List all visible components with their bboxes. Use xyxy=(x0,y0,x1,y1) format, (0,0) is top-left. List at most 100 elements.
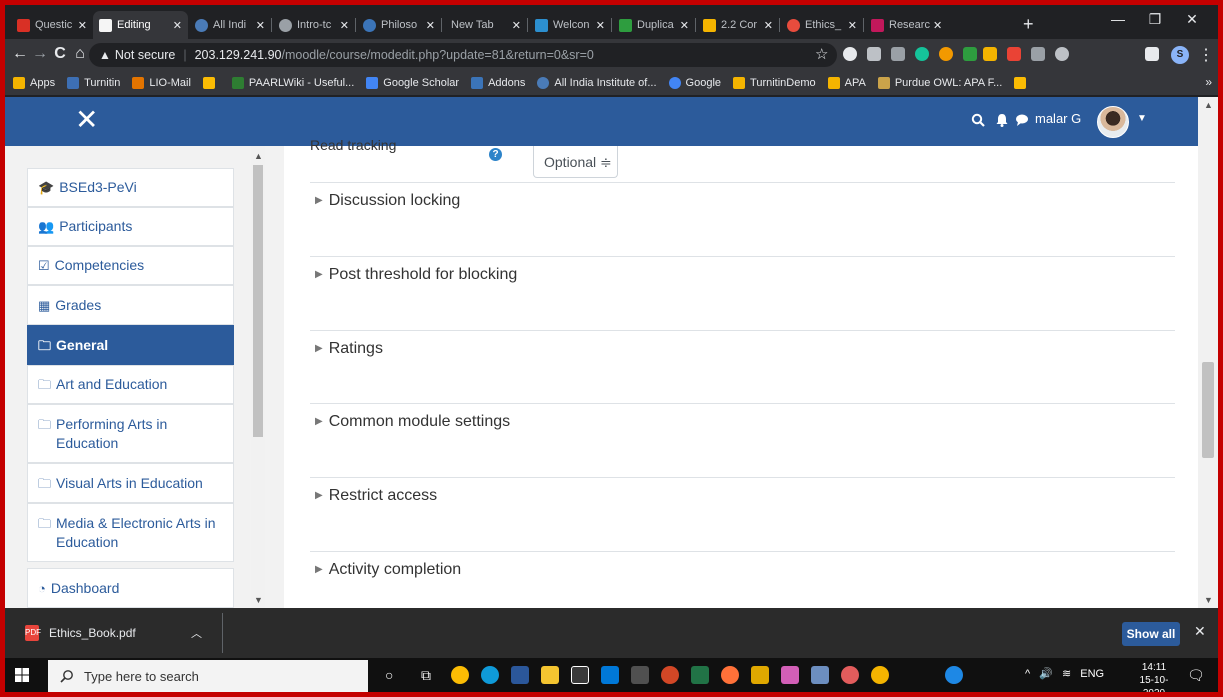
tab-close-icon[interactable]: ✕ xyxy=(512,19,521,32)
app-icon[interactable] xyxy=(811,666,829,684)
messages-icon[interactable] xyxy=(1015,113,1029,130)
bell-icon[interactable] xyxy=(995,113,1009,130)
section-restrict-access[interactable]: ▶ Restrict access xyxy=(315,487,437,505)
scroll-up-icon[interactable]: ▲ xyxy=(254,151,263,161)
extension-icon[interactable] xyxy=(867,47,881,61)
minimize-button[interactable]: — xyxy=(1103,11,1133,27)
extension-icon[interactable] xyxy=(1007,47,1021,61)
extension-icon[interactable] xyxy=(963,47,977,61)
drawer-item-visual-arts[interactable]: 🗀 Visual Arts in Education xyxy=(27,463,234,503)
tab-2-2-cor[interactable]: 2.2 Cor ✕ xyxy=(697,11,779,39)
chevron-up-icon[interactable]: ︿ xyxy=(191,625,202,641)
page-scrollbar-thumb[interactable] xyxy=(1202,362,1214,458)
app-icon[interactable] xyxy=(781,666,799,684)
tab-welcome[interactable]: Welcon ✕ xyxy=(529,11,611,39)
tab-close-icon[interactable]: ✕ xyxy=(933,19,942,32)
edge-icon[interactable] xyxy=(481,666,499,684)
reload-button[interactable]: C xyxy=(49,45,71,63)
tab-new-tab[interactable]: New Tab ✕ xyxy=(445,11,527,39)
tab-philosophy[interactable]: Philoso ✕ xyxy=(357,11,441,39)
section-discussion-locking[interactable]: ▶ Discussion locking xyxy=(315,192,460,210)
bookmark-google-scholar[interactable]: Google Scholar xyxy=(366,77,459,89)
help-icon[interactable] xyxy=(945,666,963,684)
home-button[interactable]: ⌂ xyxy=(69,45,91,63)
drawer-item-grades[interactable]: ▦ Grades xyxy=(27,285,234,325)
windows-start-icon[interactable] xyxy=(15,668,29,682)
section-activity-completion[interactable]: ▶ Activity completion xyxy=(315,561,461,579)
drawer-item-general[interactable]: 🗀 General xyxy=(27,325,234,365)
cortana-icon[interactable]: ○ xyxy=(385,667,393,683)
mail-icon[interactable] xyxy=(571,666,589,684)
close-downloads-button[interactable]: ✕ xyxy=(1194,623,1206,640)
language-indicator[interactable]: ENG xyxy=(1080,668,1104,680)
bookmark-turnitin[interactable]: Turnitin xyxy=(67,77,120,89)
app-icon[interactable] xyxy=(871,666,889,684)
close-window-button[interactable]: ✕ xyxy=(1177,11,1207,28)
tab-research[interactable]: Researc ✕ xyxy=(865,11,1015,39)
extension-icon[interactable] xyxy=(939,47,953,61)
tab-close-icon[interactable]: ✕ xyxy=(848,19,857,32)
extension-icon[interactable] xyxy=(983,47,997,61)
notification-icon[interactable]: 🗨 xyxy=(1187,667,1205,684)
tab-close-icon[interactable]: ✕ xyxy=(764,19,773,32)
chevron-up-icon[interactable]: ^ xyxy=(1025,668,1030,680)
firefox-icon[interactable] xyxy=(721,666,739,684)
bookmark-folder[interactable] xyxy=(1014,77,1031,89)
tab-duplicate[interactable]: Duplica ✕ xyxy=(613,11,695,39)
scroll-up-icon[interactable]: ▲ xyxy=(1204,100,1213,110)
security-status[interactable]: Not secure xyxy=(115,48,175,62)
tab-close-icon[interactable]: ✕ xyxy=(78,19,87,32)
address-bar[interactable]: ▲ Not secure | 203.129.241.90 /moodle/co… xyxy=(89,43,837,67)
store-icon[interactable] xyxy=(601,666,619,684)
help-icon[interactable]: ? xyxy=(489,148,502,161)
calculator-icon[interactable] xyxy=(631,666,649,684)
tab-questions[interactable]: Questic ✕ xyxy=(11,11,93,39)
word-icon[interactable] xyxy=(511,666,529,684)
close-drawer-button[interactable]: ✕ xyxy=(75,105,98,135)
scroll-down-icon[interactable]: ▼ xyxy=(1204,595,1213,605)
bookmark-star-icon[interactable]: ☆ xyxy=(815,45,828,63)
section-ratings[interactable]: ▶ Ratings xyxy=(315,340,383,358)
drawer-item-dashboard[interactable]: ◔ Dashboard xyxy=(27,568,234,608)
tab-close-icon[interactable]: ✕ xyxy=(426,19,435,32)
bookmark-addons[interactable]: Addons xyxy=(471,77,525,89)
download-item[interactable]: PDF Ethics_Book.pdf ︿ xyxy=(5,608,222,658)
tab-close-icon[interactable]: ✕ xyxy=(596,19,605,32)
chrome-menu-icon[interactable]: ⋮ xyxy=(1198,45,1214,65)
extension-icon[interactable] xyxy=(1055,47,1069,61)
extension-icon[interactable] xyxy=(843,47,857,61)
drawer-item-course[interactable]: 🎓 BSEd3-PeVi xyxy=(27,168,234,207)
wifi-icon[interactable]: ≋ xyxy=(1062,668,1071,680)
speaker-icon[interactable]: 🔊 xyxy=(1039,668,1053,680)
section-post-threshold[interactable]: ▶ Post threshold for blocking xyxy=(315,266,517,284)
tab-close-icon[interactable]: ✕ xyxy=(680,19,689,32)
read-tracking-select[interactable]: Optional ≑ xyxy=(533,146,618,178)
system-clock[interactable]: 14:11 15-10-2020 xyxy=(1130,661,1178,692)
chevron-down-icon[interactable]: ▼ xyxy=(1137,113,1147,124)
file-explorer-icon[interactable] xyxy=(541,666,559,684)
bookmark-all-india[interactable]: All India Institute of... xyxy=(537,77,657,89)
bookmark-apa[interactable]: APA xyxy=(827,77,866,89)
section-common-module-settings[interactable]: ▶ Common module settings xyxy=(315,413,510,431)
bookmark-turnitindemo[interactable]: TurnitinDemo xyxy=(733,77,816,89)
drawer-item-competencies[interactable]: ☑ Competencies xyxy=(27,246,234,285)
user-name[interactable]: malar G xyxy=(1035,111,1081,126)
taskbar-search[interactable]: Type here to search xyxy=(48,660,368,692)
bookmark-google[interactable]: Google xyxy=(668,77,721,89)
drawer-item-participants[interactable]: 👥 Participants xyxy=(27,207,234,246)
bookmarks-overflow-icon[interactable]: » xyxy=(1205,75,1212,89)
tab-close-icon[interactable]: ✕ xyxy=(340,19,349,32)
bookmark-folder[interactable] xyxy=(202,77,220,89)
back-button[interactable]: ← xyxy=(9,45,31,63)
drawer-item-media-arts[interactable]: 🗀 Media & Electronic Arts in Education xyxy=(27,503,234,562)
chrome-icon[interactable] xyxy=(451,666,469,684)
extension-icon[interactable] xyxy=(891,47,905,61)
tab-ethics[interactable]: Ethics_ ✕ xyxy=(781,11,863,39)
page-scrollbar[interactable] xyxy=(1198,97,1218,608)
bookmark-paarlwiki[interactable]: PAARLWiki - Useful... xyxy=(231,77,354,89)
app-icon[interactable] xyxy=(841,666,859,684)
tab-intro[interactable]: Intro-tc ✕ xyxy=(273,11,355,39)
tab-close-icon[interactable]: ✕ xyxy=(256,19,265,32)
drawer-item-art-and-education[interactable]: 🗀 Art and Education xyxy=(27,365,234,404)
bookmark-apps[interactable]: Apps xyxy=(13,77,55,89)
